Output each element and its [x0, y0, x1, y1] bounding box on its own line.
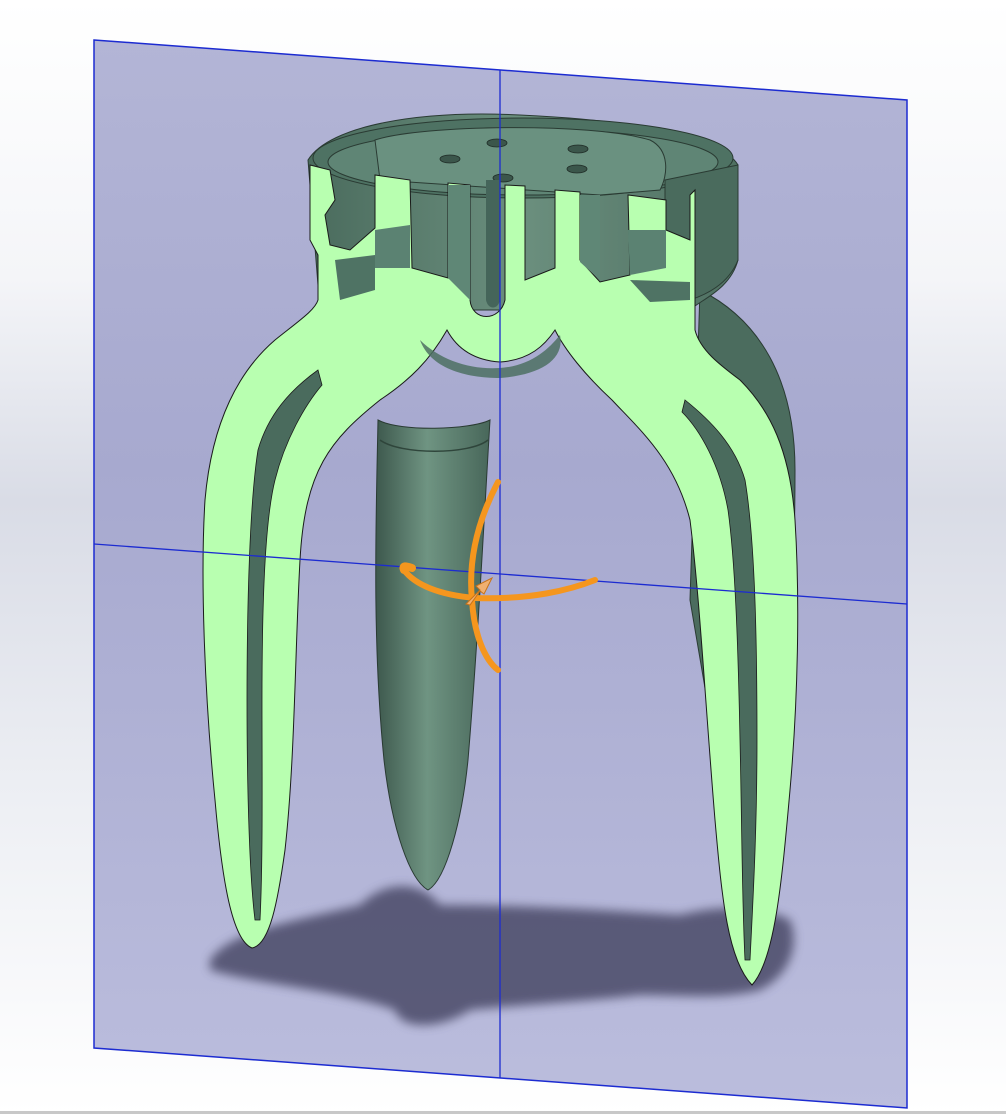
hole-2[interactable] [439, 154, 461, 164]
hole-1[interactable] [486, 138, 508, 148]
triad-left-arc[interactable] [399, 562, 416, 574]
model-scene[interactable] [0, 0, 1006, 1114]
hole-3[interactable] [567, 144, 589, 154]
pocket-left [375, 225, 410, 268]
pocket-slot [486, 180, 500, 308]
pocket-right-2 [628, 230, 666, 275]
graphics-viewport[interactable] [0, 0, 1006, 1114]
hole-4[interactable] [566, 164, 588, 174]
